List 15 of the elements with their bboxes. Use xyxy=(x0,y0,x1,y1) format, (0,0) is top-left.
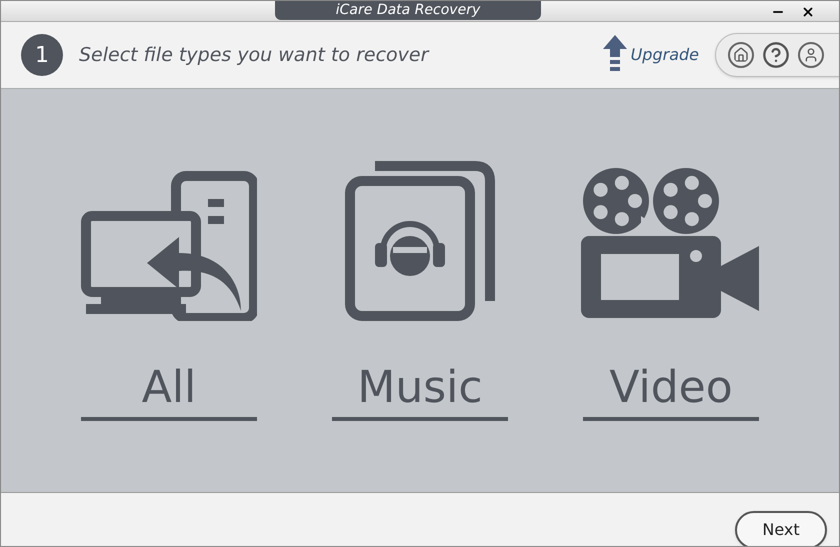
file-type-option[interactable]: Music xyxy=(332,363,508,421)
movie-camera-icon xyxy=(581,166,761,321)
next-button[interactable]: Next xyxy=(735,510,827,546)
file-type-option[interactable]: Video xyxy=(583,363,759,421)
user-icon[interactable] xyxy=(798,42,824,68)
close-icon[interactable] xyxy=(801,5,815,19)
step-number: 1 xyxy=(21,34,63,76)
help-icon[interactable] xyxy=(762,41,790,69)
music-listener-icon xyxy=(345,161,495,321)
computer-transfer-icon xyxy=(81,171,257,321)
upgrade-link[interactable]: Upgrade xyxy=(630,43,699,67)
window-title: iCare Data Recovery xyxy=(275,1,541,20)
step-title: Select file types you want to recover xyxy=(79,42,428,68)
file-type-option[interactable]: All xyxy=(81,363,257,421)
home-icon[interactable] xyxy=(728,42,754,68)
